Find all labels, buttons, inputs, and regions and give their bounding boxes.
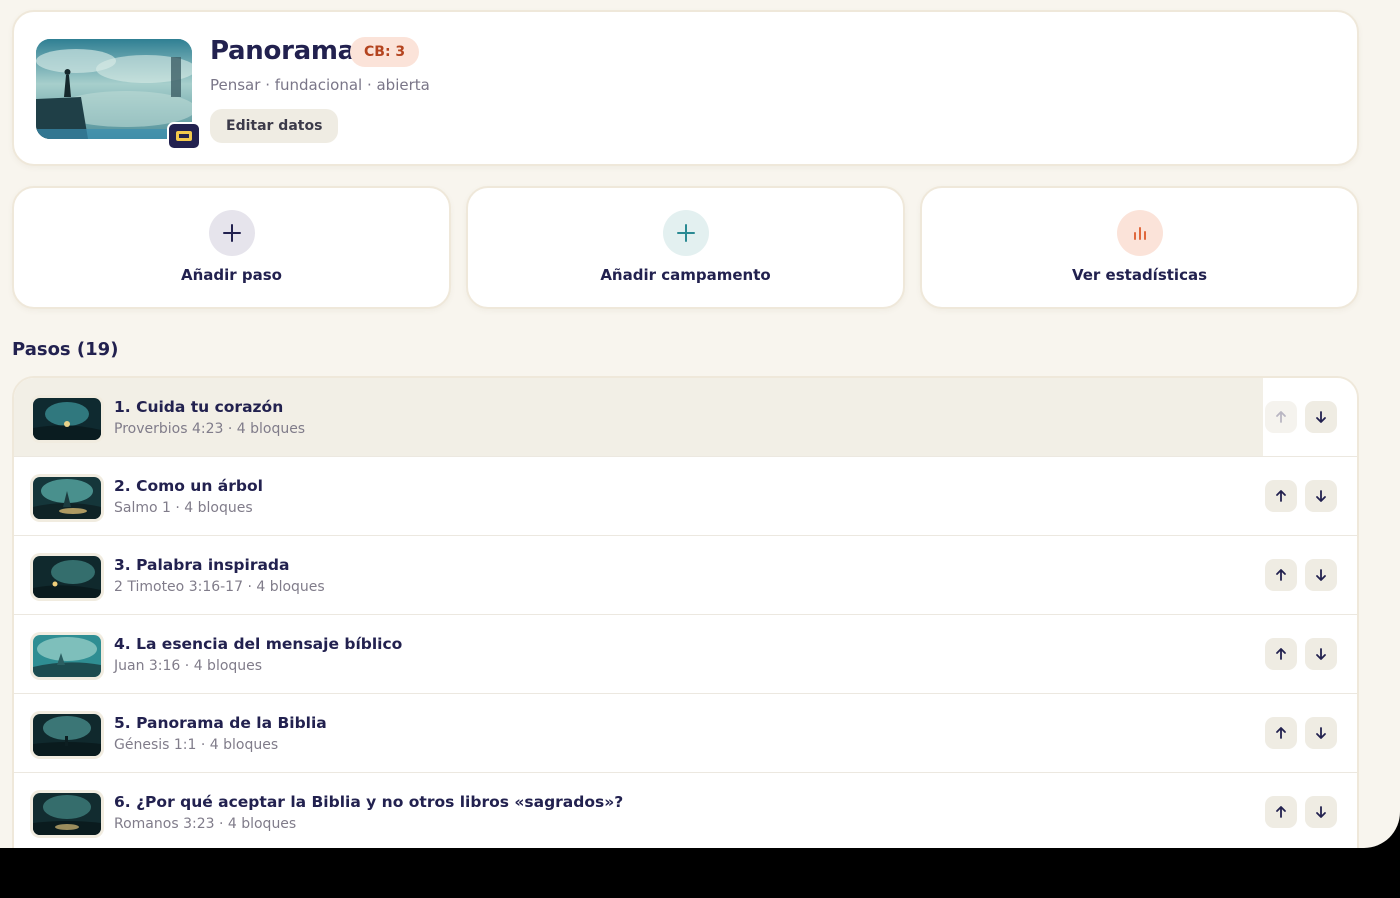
step-row-actions [1263, 378, 1357, 456]
steps-section-title: Pasos (19) [12, 339, 119, 360]
add-camp-card[interactable]: Añadir campamento [466, 186, 905, 309]
step-subtitle: Romanos 3:23 · 4 bloques [114, 816, 297, 832]
step-subtitle: 2 Timoteo 3:16-17 · 4 bloques [114, 579, 325, 595]
arrow-down-icon [1316, 490, 1326, 502]
step-subtitle: Génesis 1:1 · 4 bloques [114, 737, 279, 753]
step-row[interactable]: 2. Como un árbol Salmo 1 · 4 bloques [14, 457, 1357, 536]
step-title: 3. Palabra inspirada [114, 556, 290, 574]
page-title: Panorama [210, 36, 355, 66]
step-title: 2. Como un árbol [114, 477, 263, 495]
move-down-button[interactable] [1305, 559, 1337, 591]
view-stats-label: Ver estadísticas [1071, 266, 1208, 284]
move-down-button[interactable] [1305, 480, 1337, 512]
add-step-label: Añadir paso [180, 266, 282, 284]
step-thumbnail [33, 793, 101, 835]
step-row[interactable]: 3. Palabra inspirada 2 Timoteo 3:16-17 ·… [14, 536, 1357, 615]
arrow-up-icon [1276, 648, 1286, 660]
arrow-down-icon [1316, 727, 1326, 739]
step-subtitle: Proverbios 4:23 · 4 bloques [114, 421, 306, 437]
arrow-up-icon [1276, 411, 1286, 423]
edit-data-button[interactable]: Editar datos [210, 109, 339, 143]
arrow-down-icon [1316, 806, 1326, 818]
move-up-button[interactable] [1265, 559, 1297, 591]
plus-icon [662, 210, 709, 256]
arrow-up-icon [1276, 806, 1286, 818]
arrow-up-icon [1276, 490, 1286, 502]
move-up-button[interactable] [1265, 401, 1297, 433]
step-row-actions [1263, 773, 1357, 848]
step-row[interactable]: 6. ¿Por qué aceptar la Biblia y no otros… [14, 773, 1357, 848]
step-subtitle: Juan 3:16 · 4 bloques [114, 658, 263, 674]
plus-icon [208, 210, 255, 256]
arrow-down-icon [1316, 569, 1326, 581]
step-row-actions [1263, 536, 1357, 614]
step-title: 4. La esencia del mensaje bíblico [114, 635, 403, 653]
step-thumbnail [33, 714, 101, 756]
step-row-actions [1263, 694, 1357, 772]
add-camp-label: Añadir campamento [600, 266, 771, 284]
arrow-down-icon [1316, 648, 1326, 660]
add-step-card[interactable]: Añadir paso [12, 186, 451, 309]
step-thumbnail [33, 635, 101, 677]
step-row[interactable]: 5. Panorama de la Biblia Génesis 1:1 · 4… [14, 694, 1357, 773]
arrow-down-icon [1316, 411, 1326, 423]
move-down-button[interactable] [1305, 401, 1337, 433]
step-row-actions [1263, 615, 1357, 693]
step-row[interactable]: 1. Cuida tu corazón Proverbios 4:23 · 4 … [14, 378, 1357, 457]
move-up-button[interactable] [1265, 796, 1297, 828]
step-thumbnail [33, 477, 101, 519]
move-up-button[interactable] [1265, 717, 1297, 749]
step-title: 1. Cuida tu corazón [114, 398, 284, 416]
arrow-up-icon [1276, 569, 1286, 581]
step-title: 6. ¿Por qué aceptar la Biblia y no otros… [114, 793, 624, 811]
step-row[interactable]: 4. La esencia del mensaje bíblico Juan 3… [14, 615, 1357, 694]
page-subtitle: Pensar · fundacional · abierta [210, 76, 430, 94]
itinerary-header-card: Panorama CB: 3 Pensar · fundacional · ab… [12, 10, 1359, 166]
step-row-actions [1263, 457, 1357, 535]
step-thumbnail [33, 556, 101, 598]
steps-list: 1. Cuida tu corazón Proverbios 4:23 · 4 … [12, 376, 1359, 848]
bar-chart-icon [1116, 210, 1163, 256]
arrow-up-icon [1276, 727, 1286, 739]
step-subtitle: Salmo 1 · 4 bloques [114, 500, 253, 516]
view-stats-card[interactable]: Ver estadísticas [920, 186, 1359, 309]
cb-badge: CB: 3 [350, 37, 420, 67]
step-title: 5. Panorama de la Biblia [114, 714, 327, 732]
cover-badge-icon [167, 122, 201, 150]
move-up-button[interactable] [1265, 480, 1297, 512]
move-down-button[interactable] [1305, 638, 1337, 670]
move-down-button[interactable] [1305, 717, 1337, 749]
move-down-button[interactable] [1305, 796, 1337, 828]
step-thumbnail [33, 398, 101, 440]
move-up-button[interactable] [1265, 638, 1297, 670]
app-screen: Panorama CB: 3 Pensar · fundacional · ab… [0, 0, 1400, 848]
